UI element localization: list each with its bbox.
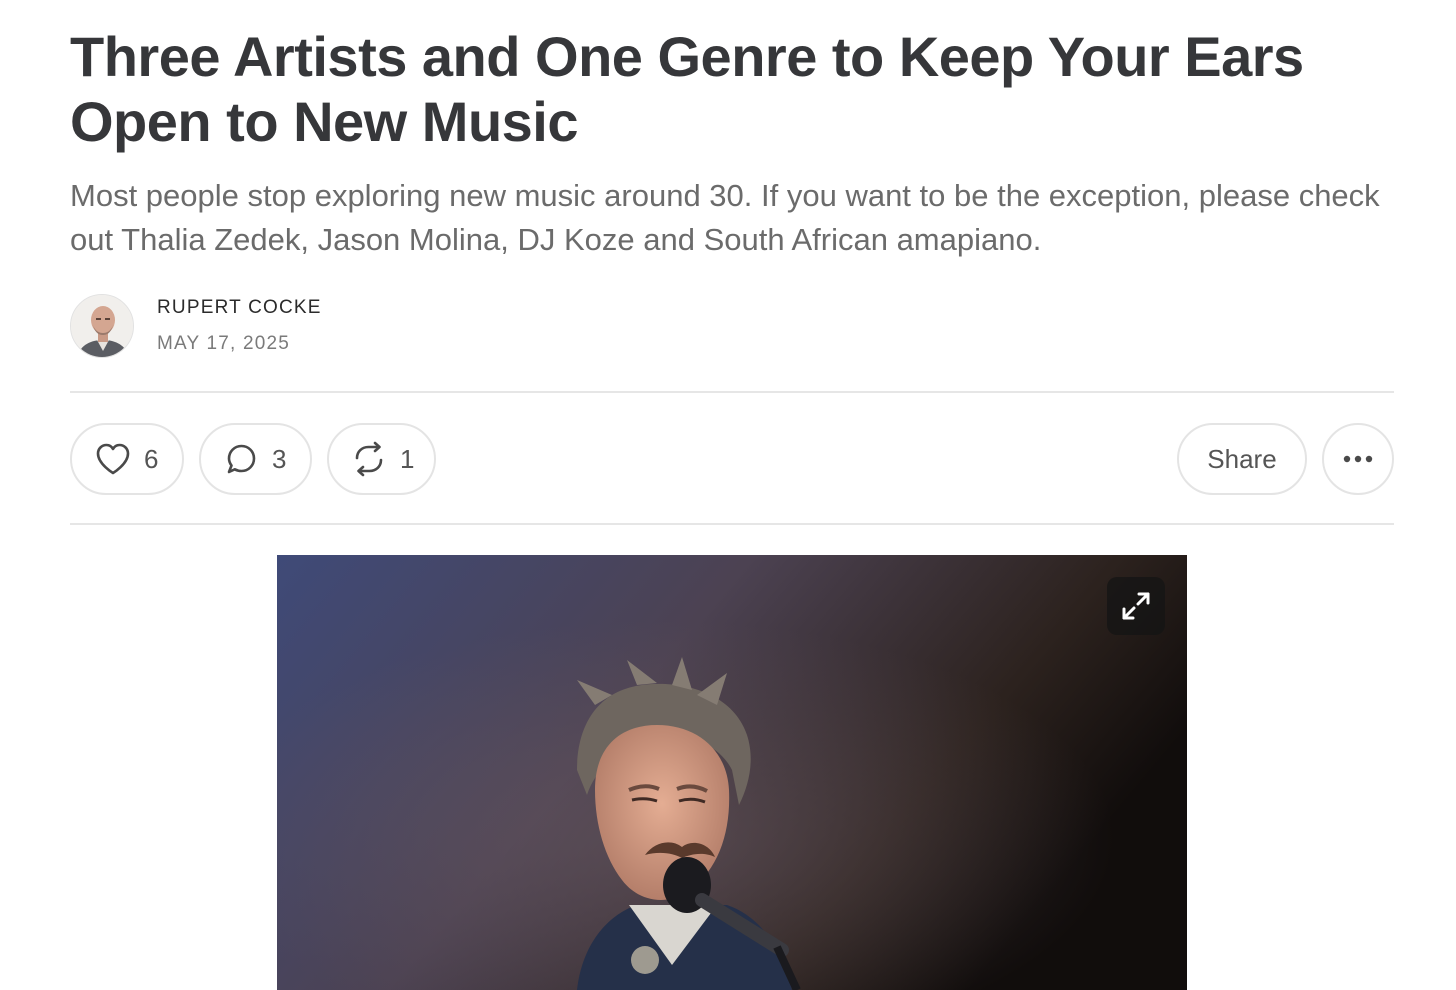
divider-bottom: [70, 523, 1394, 525]
hero-image[interactable]: [277, 555, 1187, 990]
author-avatar[interactable]: [70, 294, 134, 358]
article-title: Three Artists and One Genre to Keep Your…: [70, 25, 1304, 153]
share-button[interactable]: Share: [1177, 423, 1307, 495]
like-button[interactable]: 6: [70, 423, 184, 495]
divider-top: [70, 391, 1394, 393]
restack-button[interactable]: 1: [327, 423, 436, 495]
author-name[interactable]: RUPERT COCKE: [157, 293, 322, 323]
author-meta: RUPERT COCKE MAY 17, 2025: [157, 293, 322, 359]
comment-button[interactable]: 3: [199, 423, 312, 495]
expand-icon: [1120, 590, 1152, 622]
comment-bubble-icon: [222, 440, 260, 478]
article-page: Three Artists and One Genre to Keep Your…: [0, 0, 1456, 990]
expand-image-button[interactable]: [1107, 577, 1165, 635]
more-options-button[interactable]: [1322, 423, 1394, 495]
like-count: 6: [144, 443, 159, 474]
post-actions-bar: 6 3 1 Share: [70, 423, 1394, 495]
restack-count: 1: [400, 443, 415, 474]
hero-photo: [277, 555, 1187, 990]
restack-icon: [350, 440, 388, 478]
author-avatar-image: [71, 295, 133, 357]
comment-count: 3: [272, 443, 287, 474]
share-label: Share: [1207, 443, 1277, 474]
byline: RUPERT COCKE MAY 17, 2025: [70, 292, 322, 360]
ellipsis-icon: [1343, 450, 1373, 468]
heart-icon: [94, 440, 132, 478]
article-subtitle: Most people stop exploring new music aro…: [70, 178, 1380, 257]
post-date: MAY 17, 2025: [157, 333, 291, 354]
